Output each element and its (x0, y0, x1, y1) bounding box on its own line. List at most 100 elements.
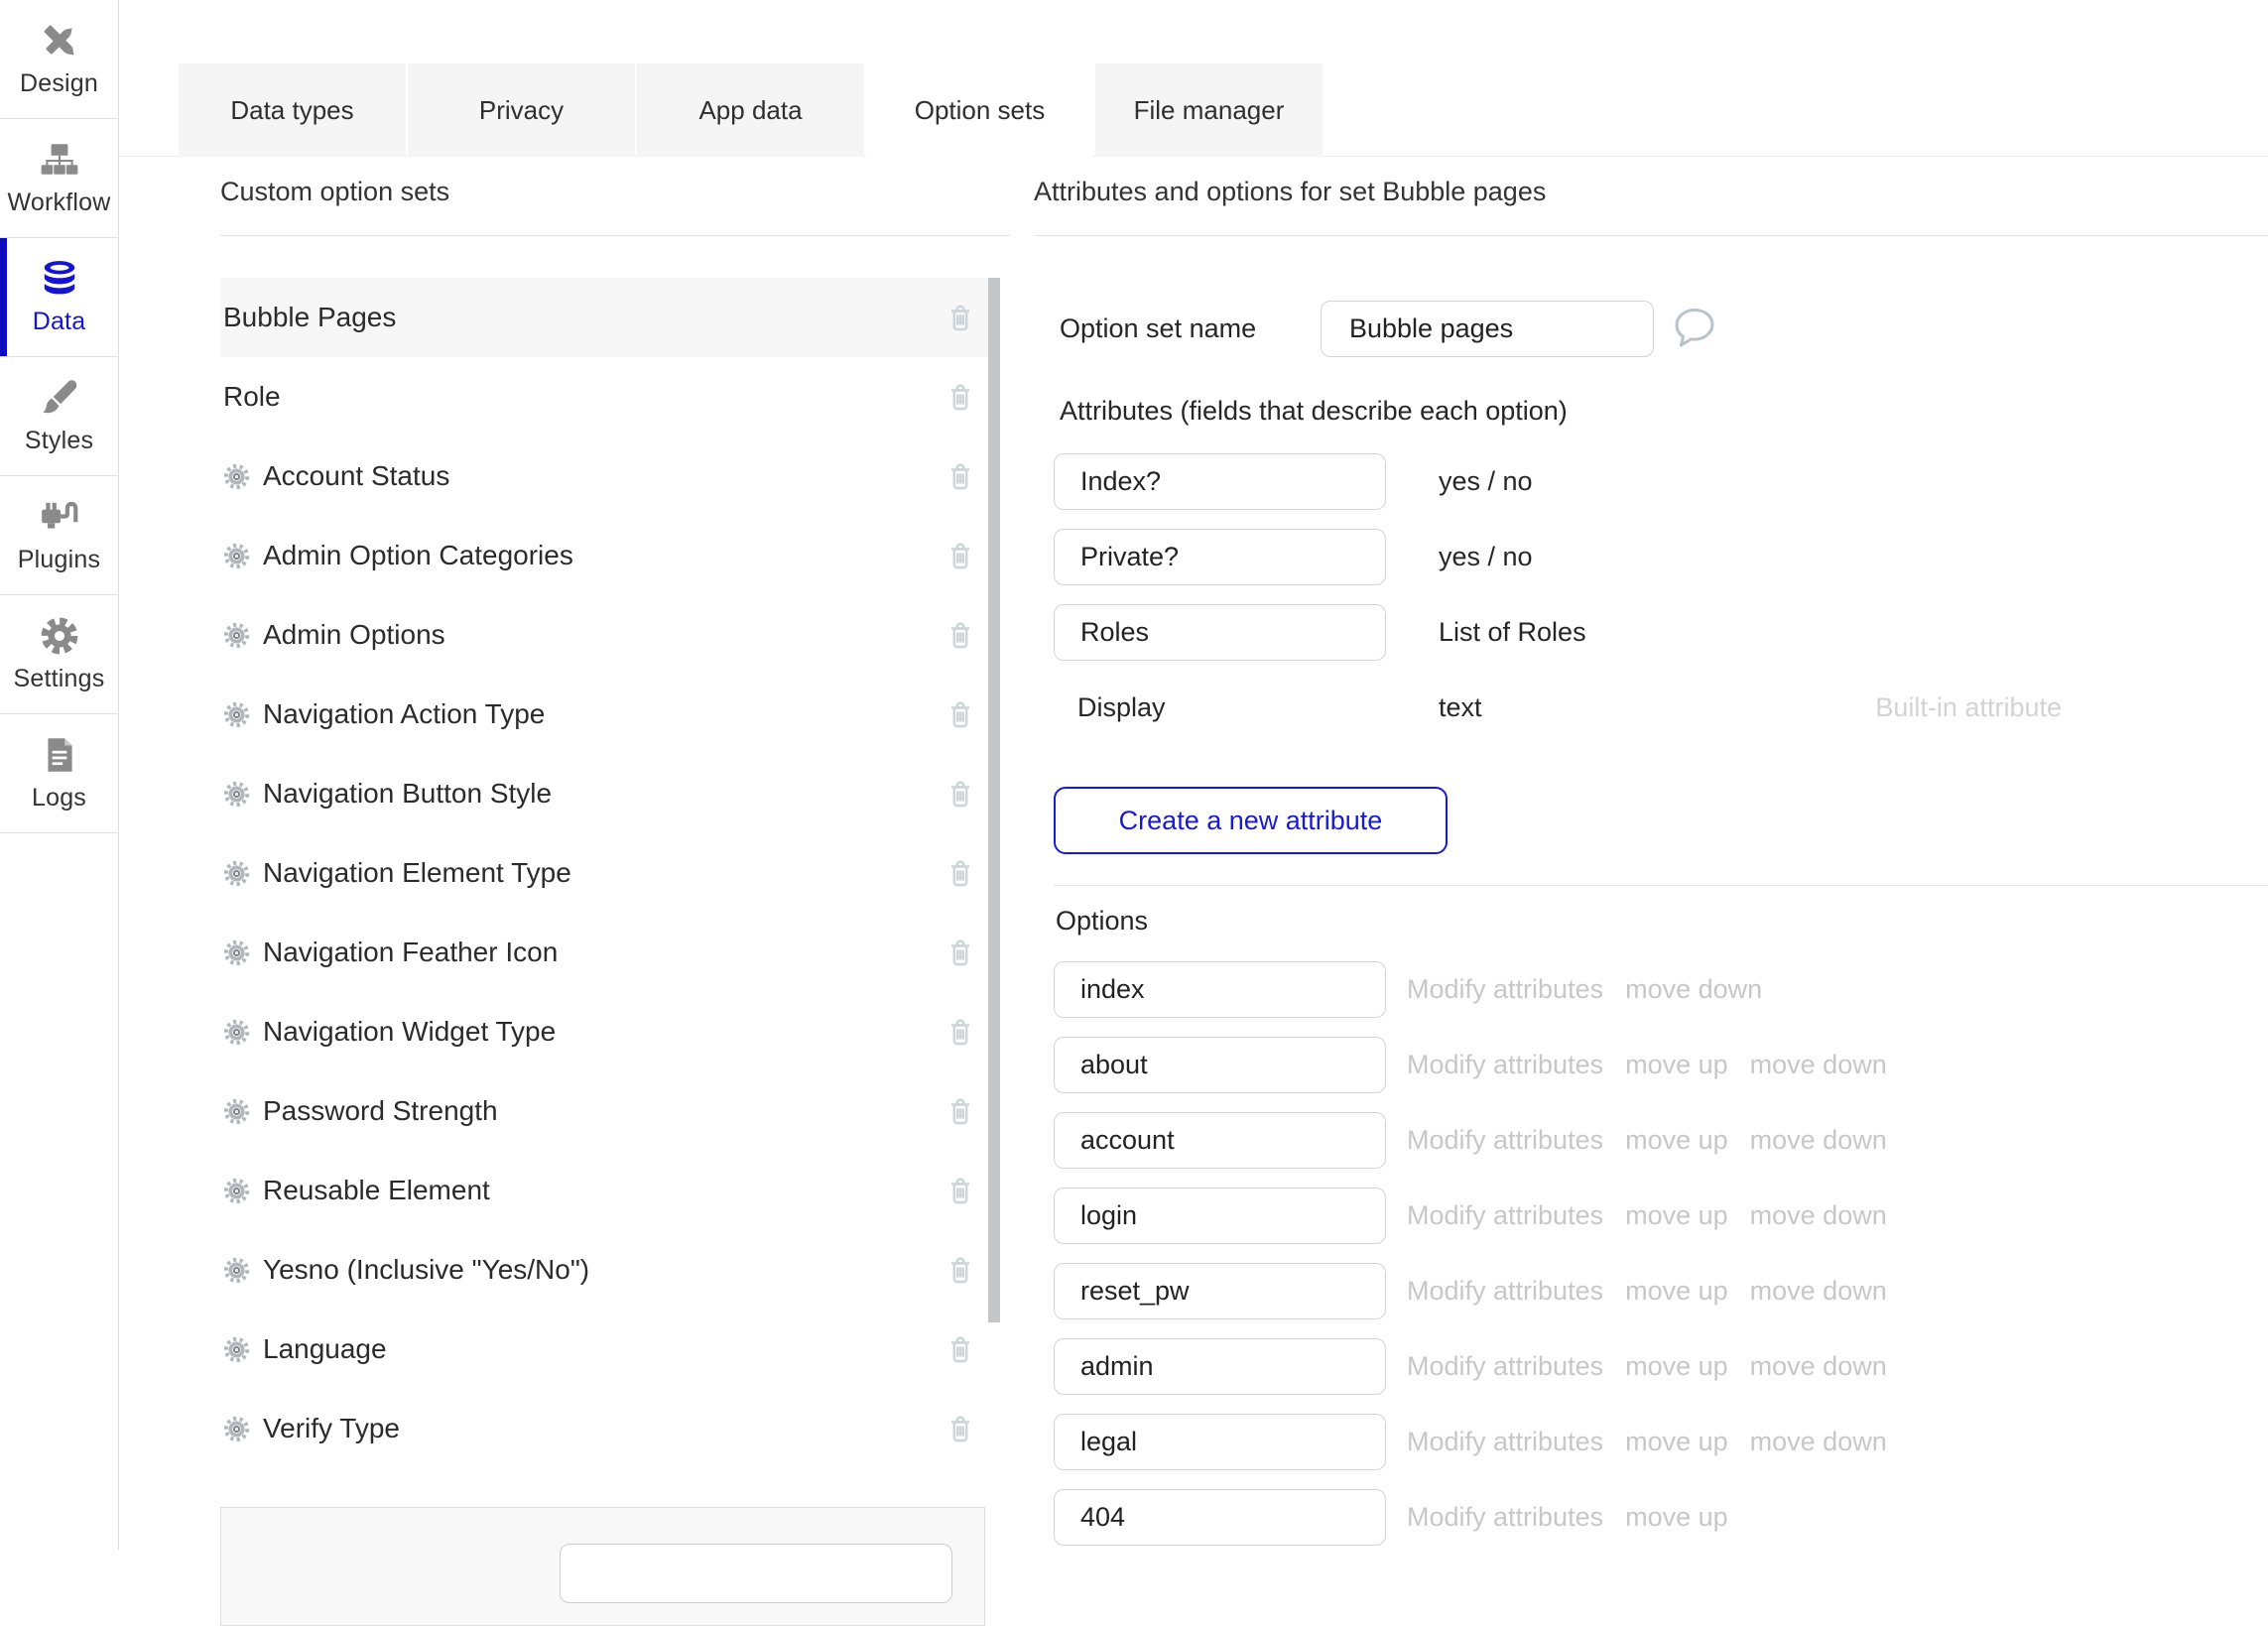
option-action-link[interactable]: Modify attributes (1407, 1502, 1603, 1533)
option-set-name-field[interactable] (1321, 301, 1654, 357)
option-action-link[interactable]: move up (1625, 1125, 1728, 1156)
trash-icon[interactable] (945, 856, 976, 890)
tab[interactable]: App data (637, 63, 864, 157)
option-action-link[interactable]: Modify attributes (1407, 974, 1603, 1005)
trash-icon[interactable] (945, 539, 976, 572)
option-action-link[interactable]: Modify attributes (1407, 1427, 1603, 1457)
sidebar-item-workflow[interactable]: Workflow (0, 119, 118, 238)
trash-icon[interactable] (945, 936, 976, 969)
attribute-row: Private? yes / no (1054, 529, 2268, 585)
option-action-link[interactable]: move down (1750, 1200, 1887, 1231)
trash-icon[interactable] (945, 1253, 976, 1287)
option-value-input[interactable]: reset_pw (1054, 1263, 1386, 1319)
option-set-row[interactable]: Admin Options (220, 595, 1000, 675)
attribute-row: Display text Built-in attribute (1054, 680, 2268, 736)
option-row: reset_pw Modify attributes move up move do… (1054, 1263, 2268, 1319)
gear-icon (223, 939, 250, 966)
attribute-name-input[interactable]: Roles (1054, 604, 1386, 661)
sidebar-item-plugins[interactable]: Plugins (0, 476, 118, 595)
trash-icon[interactable] (945, 459, 976, 493)
option-set-row[interactable]: Reusable Element (220, 1151, 1000, 1230)
trash-icon[interactable] (945, 1412, 976, 1445)
option-set-row[interactable]: Password Strength (220, 1071, 1000, 1151)
option-set-row[interactable]: Bubble Pages (220, 278, 1000, 357)
option-set-row[interactable]: Role (220, 357, 1000, 437)
option-set-row[interactable]: Navigation Action Type (220, 675, 1000, 754)
create-attribute-button[interactable]: Create a new attribute (1054, 787, 1448, 854)
comment-bubble-icon[interactable] (1671, 305, 1716, 350)
option-value-input[interactable]: index (1054, 961, 1386, 1018)
attribute-row: Roles List of Roles (1054, 604, 2268, 661)
option-action-link[interactable]: move down (1750, 1125, 1887, 1156)
option-set-row[interactable]: Yesno (Inclusive "Yes/No") (220, 1230, 1000, 1310)
options-section-rule (1054, 885, 2268, 886)
option-action-link[interactable]: Modify attributes (1407, 1125, 1603, 1156)
trash-icon[interactable] (945, 1332, 976, 1366)
tab[interactable]: Option sets (866, 63, 1093, 158)
tab[interactable]: Privacy (408, 63, 635, 157)
tab[interactable]: File manager (1095, 63, 1323, 157)
gear-icon (223, 1019, 250, 1046)
option-action-link[interactable]: Modify attributes (1407, 1050, 1603, 1080)
option-set-name-label: Option set name (1060, 301, 1256, 357)
option-action-link[interactable]: move up (1625, 1351, 1728, 1382)
option-action-link[interactable]: move down (1750, 1050, 1887, 1080)
option-set-row[interactable]: Navigation Element Type (220, 833, 1000, 913)
option-action-link[interactable]: Modify attributes (1407, 1351, 1603, 1382)
sidebar-item-design[interactable]: Design (0, 0, 118, 119)
sidebar-item-label: Design (20, 69, 98, 98)
option-value-input[interactable]: admin (1054, 1338, 1386, 1395)
option-action-link[interactable]: move up (1625, 1276, 1728, 1307)
trash-icon[interactable] (945, 777, 976, 811)
tab[interactable]: Data types (179, 63, 406, 157)
attribute-type: yes / no (1439, 529, 1533, 585)
option-action-link[interactable]: Modify attributes (1407, 1200, 1603, 1231)
option-action-link[interactable]: move down (1750, 1427, 1887, 1457)
sidebar-item-logs[interactable]: Logs (0, 714, 118, 833)
option-action-link[interactable]: move up (1625, 1502, 1728, 1533)
design-icon (39, 20, 80, 62)
option-set-name: Reusable Element (263, 1175, 490, 1206)
trash-icon[interactable] (945, 697, 976, 731)
trash-icon[interactable] (945, 301, 976, 334)
option-action-link[interactable]: move up (1625, 1427, 1728, 1457)
option-value-input[interactable]: legal (1054, 1414, 1386, 1470)
option-set-row[interactable]: Navigation Feather Icon (220, 913, 1000, 992)
option-row: account Modify attributes move up move dow… (1054, 1112, 2268, 1169)
sidebar-item-styles[interactable]: Styles (0, 357, 118, 476)
option-value-input[interactable]: account (1054, 1112, 1386, 1169)
option-set-name: Admin Option Categories (263, 540, 573, 571)
option-action-link[interactable]: move up (1625, 1200, 1728, 1231)
attribute-name-input[interactable]: Index? (1054, 453, 1386, 510)
option-action-link[interactable]: Modify attributes (1407, 1276, 1603, 1307)
option-row: index Modify attributes move down (1054, 961, 2268, 1018)
option-set-row[interactable]: Verify Type (220, 1389, 1000, 1468)
document-icon (39, 734, 80, 776)
trash-icon[interactable] (945, 1015, 976, 1049)
trash-icon[interactable] (945, 380, 976, 414)
sidebar-item-settings[interactable]: Settings (0, 595, 118, 714)
option-set-list: Bubble Pages Role (220, 278, 1000, 1468)
option-set-row[interactable]: Account Status (220, 437, 1000, 516)
option-set-row[interactable]: Language (220, 1310, 1000, 1389)
option-value-input[interactable]: login (1054, 1188, 1386, 1244)
trash-icon[interactable] (945, 618, 976, 652)
attribute-name-input[interactable]: Private? (1054, 529, 1386, 585)
option-action-link[interactable]: move down (1625, 974, 1762, 1005)
option-action-link[interactable]: move down (1750, 1276, 1887, 1307)
trash-icon[interactable] (945, 1174, 976, 1207)
gear-icon (223, 781, 250, 808)
option-set-row[interactable]: Navigation Widget Type (220, 992, 1000, 1071)
option-action-link[interactable]: move up (1625, 1050, 1728, 1080)
sidebar-item-label: Data (33, 308, 86, 336)
option-value-input[interactable]: 404 (1054, 1489, 1386, 1546)
list-scrollbar-thumb[interactable] (988, 278, 1000, 1322)
sidebar-item-data[interactable]: Data (0, 238, 118, 357)
option-set-row[interactable]: Admin Option Categories (220, 516, 1000, 595)
trash-icon[interactable] (945, 1094, 976, 1128)
attribute-type: text (1439, 680, 1482, 736)
option-value-input[interactable]: about (1054, 1037, 1386, 1093)
option-set-row[interactable]: Navigation Button Style (220, 754, 1000, 833)
option-action-link[interactable]: move down (1750, 1351, 1887, 1382)
new-option-set-input[interactable] (560, 1544, 952, 1603)
